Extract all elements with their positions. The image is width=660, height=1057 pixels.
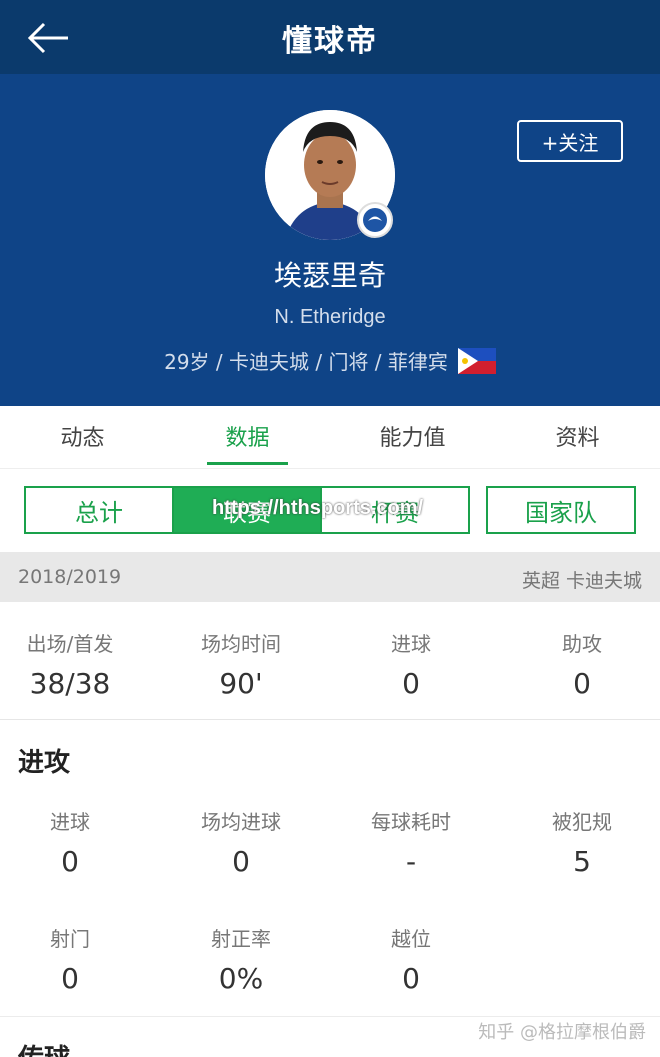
tab-ability[interactable]: 能力值	[330, 406, 495, 468]
player-info-text: 29岁 / 卡迪夫城 / 门将 / 菲律宾	[164, 350, 448, 374]
philippines-flag-icon	[457, 347, 496, 374]
app-title: 懂球帝	[282, 24, 378, 59]
attack-offsides: 越位 0	[391, 927, 431, 995]
attack-shots: 射门 0	[50, 927, 90, 995]
summary-stats: 出场/首发 38/38 场均时间 90' 进球 0 助攻 0	[0, 602, 660, 720]
stat-goals: 进球 0	[391, 632, 431, 700]
tab-bar: 动态 数据 能力值 资料	[0, 406, 660, 468]
attack-goals: 进球 0	[50, 810, 90, 878]
player-header: +关注 埃瑟里奇 N. Etheridge 29岁 / 卡迪夫城 / 门将 / …	[0, 74, 660, 406]
attack-goals-per-game: 场均进球 0	[201, 810, 281, 878]
section-attack-title: 进攻	[18, 748, 71, 778]
stat-assists: 助攻 0	[562, 632, 602, 700]
attack-mins-per-goal: 每球耗时 -	[371, 810, 451, 878]
tab-profile[interactable]: 资料	[495, 406, 660, 468]
season-year: 2018/2019	[18, 566, 122, 588]
source-credit: 知乎 @格拉摩根伯爵	[478, 1022, 646, 1043]
season-league: 英超 卡迪夫城	[521, 570, 642, 592]
url-watermark: https://hthsports.com/	[212, 497, 424, 519]
tab-data[interactable]: 数据	[165, 406, 330, 468]
tab-news[interactable]: 动态	[0, 406, 165, 468]
player-name-cn: 埃瑟里奇	[273, 259, 386, 292]
attack-fouled: 被犯规 5	[552, 810, 612, 878]
stat-apps: 出场/首发 38/38	[26, 632, 114, 700]
stat-minutes: 场均时间 90'	[201, 632, 281, 700]
section-divider	[0, 1016, 660, 1017]
top-bar: 懂球帝	[0, 0, 660, 74]
player-info: 29岁 / 卡迪夫城 / 门将 / 菲律宾	[0, 346, 660, 375]
attack-shot-accuracy: 射正率 0%	[211, 927, 271, 995]
club-badge-icon	[357, 202, 393, 238]
section-passing-title: 传球	[18, 1038, 70, 1057]
season-bar: 2018/2019 英超 卡迪夫城	[0, 552, 660, 602]
player-name-en: N. Etheridge	[274, 306, 386, 328]
segment-total[interactable]: 总计	[24, 486, 174, 534]
segment-national[interactable]: 国家队	[486, 486, 636, 534]
follow-button[interactable]: +关注	[517, 120, 623, 162]
